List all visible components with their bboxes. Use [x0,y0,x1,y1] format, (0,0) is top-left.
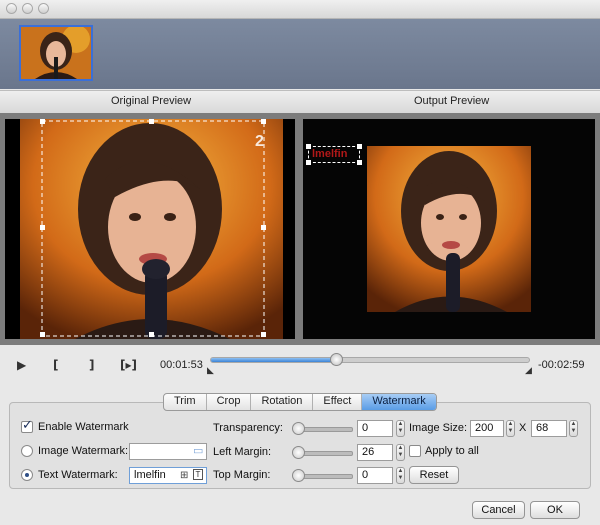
playback-controls: ▶ [ ] [▸] 00:01:53 ◣ ◢ -00:02:59 [0,345,600,385]
timeline-progress [211,358,336,362]
apply-to-all-checkbox[interactable] [409,445,421,457]
top-margin-input[interactable]: 0 [357,467,393,484]
reset-button[interactable]: Reset [409,466,459,484]
title-bar [0,0,600,19]
current-time: 00:01:53 [160,359,203,371]
image-watermark-radio[interactable] [21,445,33,457]
transparency-label: Transparency: [213,422,283,434]
image-size-label: Image Size: [409,422,468,434]
top-margin-stepper[interactable]: ▲ ▼ [396,467,405,484]
minimize-window-button[interactable] [22,3,33,14]
image-watermark-label: Image Watermark: [38,445,129,457]
output-preview-pane: lmelfin [300,113,600,345]
transparency-slider-knob[interactable] [292,422,305,435]
watermark-handle[interactable] [357,144,362,149]
tab-watermark[interactable]: Watermark [362,394,436,410]
timeline-track[interactable] [210,353,530,366]
text-watermark-value: lmelfin [134,469,166,481]
timeline-playhead[interactable] [329,353,343,366]
watermark-overlay-text: lmelfin [312,148,348,160]
tab-crop[interactable]: Crop [207,394,252,410]
play-icon[interactable]: ▶ [17,358,26,372]
zoom-window-button[interactable] [38,3,49,14]
transparency-stepper[interactable]: ▲ ▼ [396,420,405,437]
left-margin-input[interactable]: 26 [357,444,393,461]
watermark-handle[interactable] [306,160,311,165]
checkmark-icon: ✓ [22,418,33,433]
next-frame-icon[interactable]: [▸] [120,358,137,372]
original-preview-label: Original Preview [111,95,192,107]
tab-trim[interactable]: Trim [164,394,207,410]
top-margin-label: Top Margin: [213,469,271,481]
text-watermark-input[interactable]: lmelfin ⊞ T [129,467,207,484]
top-margin-slider[interactable] [292,469,353,482]
channel-logo: 2 [255,133,264,150]
watermark-handle[interactable] [306,144,311,149]
image-height-input[interactable]: 68 [531,420,567,437]
clip-thumbnail-strip [0,19,600,89]
size-separator: X [519,422,527,434]
remaining-time: -00:02:59 [538,359,585,371]
set-start-icon[interactable]: [ [53,358,58,372]
image-width-input[interactable]: 200 [470,420,504,437]
left-margin-slider-knob[interactable] [292,446,305,459]
left-margin-label: Left Margin: [213,446,272,458]
original-preview-pane: 2 [0,113,300,345]
top-margin-slider-knob[interactable] [292,469,305,482]
original-preview-video: 2 [5,119,295,339]
edit-tabs: Trim Crop Rotation Effect Watermark [163,393,437,411]
watermark-handle[interactable] [357,160,362,165]
watermark-overlay[interactable]: lmelfin [306,144,362,165]
apply-to-all-label: Apply to all [425,445,479,457]
clip-thumbnail[interactable] [19,25,93,81]
tab-rotation[interactable]: Rotation [251,394,314,410]
output-preview-video: lmelfin [303,119,595,339]
transparency-slider[interactable] [292,422,353,435]
image-width-stepper[interactable]: ▲ ▼ [506,420,515,437]
set-end-icon[interactable]: ] [89,358,94,372]
transparency-input[interactable]: 0 [357,420,393,437]
text-watermark-label: Text Watermark: [38,469,118,481]
ok-button[interactable]: OK [530,501,580,519]
text-watermark-radio[interactable] [21,469,33,481]
left-margin-slider[interactable] [292,446,353,459]
output-preview-label: Output Preview [414,95,490,107]
text-style-icon[interactable]: T [193,469,203,480]
cancel-button[interactable]: Cancel [472,501,525,519]
watermark-settings-panel: ✓ Enable Watermark Image Watermark: ▭ Te… [9,402,591,489]
enable-watermark-checkbox[interactable]: ✓ [21,418,33,433]
preview-headers: Original Preview Output Preview [0,90,600,114]
close-window-button[interactable] [6,3,17,14]
tab-effect[interactable]: Effect [313,394,363,410]
folder-icon[interactable]: ▭ [193,444,203,457]
font-grid-icon[interactable]: ⊞ [180,468,188,483]
image-height-stepper[interactable]: ▲ ▼ [569,420,578,437]
left-margin-stepper[interactable]: ▲ ▼ [396,444,405,461]
trim-start-marker-icon[interactable]: ◣ [207,365,214,376]
enable-watermark-label: Enable Watermark [38,421,129,433]
trim-end-marker-icon[interactable]: ◢ [525,365,532,376]
